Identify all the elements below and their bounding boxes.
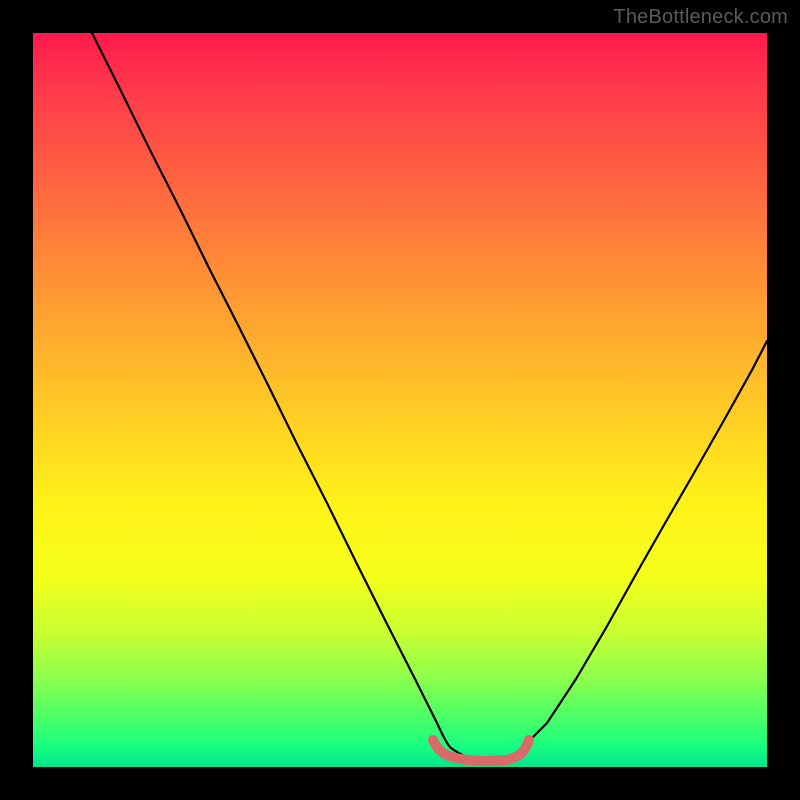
chart-container: TheBottleneck.com [0,0,800,800]
plot-area [33,33,767,767]
watermark: TheBottleneck.com [613,6,788,29]
bottleneck-curve [92,33,767,760]
highlight-cap-right [524,735,534,745]
highlight-cap-left [428,735,438,745]
curve-svg [33,33,767,767]
